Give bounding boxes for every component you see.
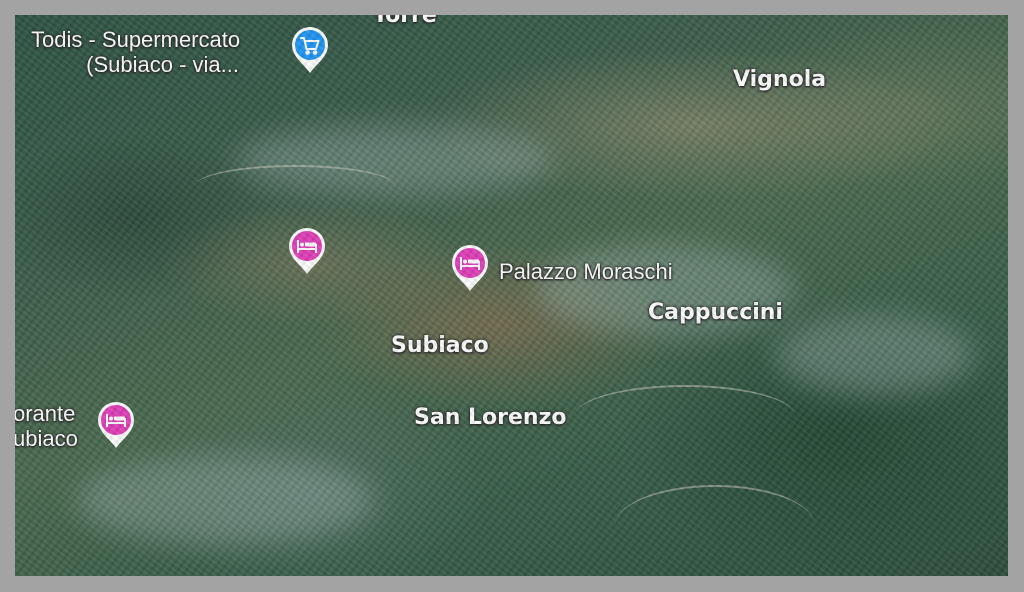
road (195, 165, 395, 207)
place-label-torre[interactable]: Torre (373, 15, 437, 28)
map-frame: Torre Vignola Cappuccini Subiaco San Lor… (0, 0, 1024, 592)
poi-label-todis-line2: (Subiaco - via... (86, 52, 239, 78)
poi-label-palazzo-moraschi[interactable]: Palazzo Moraschi (499, 259, 673, 284)
place-label-cappuccini[interactable]: Cappuccini (648, 300, 783, 325)
poi-label-todis-line1: Todis - Supermercato (31, 27, 241, 52)
hotel-pin-west[interactable] (287, 227, 327, 275)
road (575, 385, 795, 447)
hotel-pin-restaurant[interactable] (96, 401, 136, 449)
pin-marker (452, 245, 488, 291)
satellite-map-view[interactable]: Torre Vignola Cappuccini Subiaco San Lor… (15, 15, 1008, 576)
road (615, 485, 815, 567)
hotel-pin-palazzo-moraschi[interactable] (450, 244, 490, 292)
cloud-shadow (775, 315, 975, 395)
place-label-vignola[interactable]: Vignola (733, 67, 826, 92)
cloud-shadow (75, 455, 375, 545)
pin-marker (289, 228, 325, 274)
poi-label-restaurant-line2: ubiaco (15, 426, 78, 452)
place-label-subiaco[interactable]: Subiaco (391, 333, 489, 358)
poi-label-restaurant-line1: orante (15, 401, 76, 426)
pin-marker (98, 402, 134, 448)
poi-label-todis[interactable]: Todis - Supermercato (Subiaco - via... (31, 27, 240, 78)
poi-label-restaurant[interactable]: orante ubiaco (15, 401, 78, 452)
shop-pin-todis[interactable] (290, 26, 330, 74)
place-label-san-lorenzo[interactable]: San Lorenzo (414, 405, 567, 430)
pin-marker (292, 27, 328, 73)
